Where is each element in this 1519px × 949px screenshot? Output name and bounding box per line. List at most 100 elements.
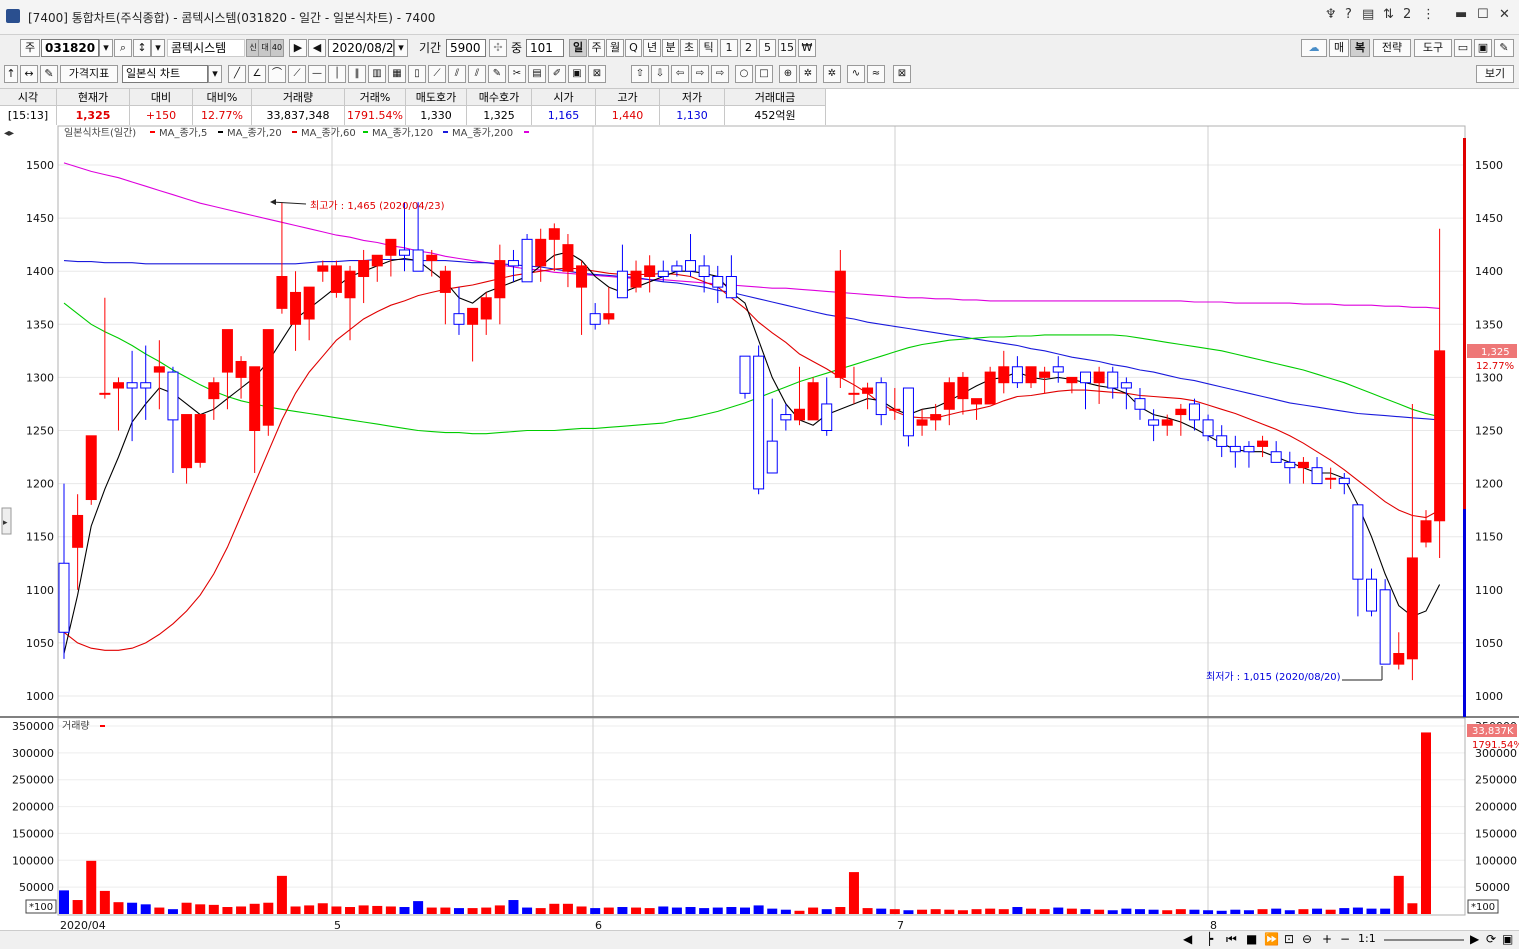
date-dropdown-icon[interactable]: ▾ (394, 39, 408, 57)
layout-icon[interactable]: 2 (1403, 7, 1411, 22)
up-arrow-icon[interactable]: ⇧ (631, 65, 649, 83)
arc-icon[interactable]: ⌒ (268, 65, 286, 83)
down-arrow-icon[interactable]: ⇩ (651, 65, 669, 83)
interval-tab[interactable]: 5 (759, 39, 776, 57)
snapshot-icon[interactable]: ▣ (1502, 932, 1513, 946)
arrow-up-icon[interactable]: ↑ (4, 65, 18, 83)
left-arrow-icon[interactable]: ⇦ (671, 65, 689, 83)
refresh-icon[interactable]: ⟳ (1486, 932, 1496, 946)
channel3-icon[interactable]: ⫽ (468, 65, 486, 83)
date-input[interactable]: 2020/08/26 (328, 39, 394, 57)
help-icon[interactable]: ? (1345, 7, 1352, 22)
fast-forward-icon[interactable]: ⏩ (1264, 932, 1279, 946)
stock-chart[interactable]: 1500 1500 1450 1450 1400 1400 1350 1350 1300 1300… (0, 125, 1519, 930)
move-icon[interactable]: ┝ (1206, 932, 1213, 946)
sort-icon[interactable]: ↕ (133, 39, 151, 57)
table-icon[interactable]: ▦ (388, 65, 406, 83)
indicator-button[interactable]: 가격지표 (60, 65, 118, 83)
brush-icon[interactable]: ✐ (548, 65, 566, 83)
strategy-button[interactable]: 전략 (1373, 39, 1411, 57)
grid-lines-icon[interactable]: ▥ (368, 65, 386, 83)
clear-icon[interactable]: ⊠ (893, 65, 911, 83)
circle-icon[interactable]: ○ (735, 65, 753, 83)
settings-icon[interactable]: ✎ (1494, 39, 1514, 57)
zoom-reduce-icon[interactable]: − (1340, 932, 1350, 946)
interval-tab[interactable]: 15 (778, 39, 796, 57)
volume-bar (304, 905, 315, 914)
print-icon[interactable]: ▤ (1362, 7, 1374, 22)
interval-tab[interactable]: ₩ (798, 39, 816, 57)
parallel-icon[interactable]: ⟋ (428, 65, 446, 83)
edit-icon[interactable]: ✎ (40, 65, 58, 83)
open-icon[interactable]: ▭ (1454, 39, 1472, 57)
channel2-icon[interactable]: ⫽ (448, 65, 466, 83)
zoom-fit-icon[interactable]: ⊡ (1284, 932, 1294, 946)
crosshair-icon[interactable]: ✣ (489, 39, 507, 57)
channel-icon[interactable]: ‖ (348, 65, 366, 83)
magnify-icon[interactable]: ⊕ (779, 65, 797, 83)
market-select[interactable]: 주 (20, 39, 40, 57)
first-icon[interactable]: ⏮ (1226, 932, 1237, 947)
pencil-icon[interactable]: ✎ (488, 65, 506, 83)
zoom-slider[interactable] (1384, 939, 1464, 941)
buy-button[interactable]: 매 (1329, 39, 1349, 57)
scroll-right-icon[interactable]: ▶ (1470, 932, 1479, 946)
right-arrow2-icon[interactable]: ⇨ (711, 65, 729, 83)
scroll-left-icon[interactable]: ◀ (1183, 932, 1192, 946)
prev-icon[interactable]: ◀ (308, 39, 326, 57)
interval-tab[interactable]: 틱 (699, 39, 718, 57)
angle-icon[interactable]: ∠ (248, 65, 266, 83)
cloud-icon[interactable]: ☁ (1301, 39, 1327, 57)
pin-icon[interactable]: ♆ (1325, 7, 1337, 22)
candle-body (685, 260, 697, 272)
scissors-icon[interactable]: ✂ (508, 65, 526, 83)
zoom-out-icon[interactable]: ⊖ (1302, 932, 1312, 946)
stock-code-input[interactable]: 031820 (41, 39, 99, 57)
search-icon[interactable]: ⌕ (114, 39, 132, 57)
horizontal-line-icon[interactable]: — (308, 65, 326, 83)
interval-tab[interactable]: 주 (588, 39, 605, 57)
count-input[interactable]: 101 (526, 39, 564, 57)
interval-tab[interactable]: Q (625, 39, 642, 57)
maximize-icon[interactable]: ☐ (1477, 7, 1489, 22)
fibonacci-icon[interactable]: ▯ (408, 65, 426, 83)
zoom-in-icon[interactable]: + (1322, 932, 1332, 946)
chart-scrollbar[interactable]: ◀ ┝ ⏮ ■ ⏩ ⊡ ⊖ + − 1:1 ▶ ⟳ ▣ (0, 930, 1519, 949)
next-icon[interactable]: ▶ (289, 39, 307, 57)
fan-icon[interactable]: ⟋ (288, 65, 306, 83)
interval-tab[interactable]: 2 (740, 39, 757, 57)
wave-icon[interactable]: ∿ (847, 65, 865, 83)
chart-type-select[interactable]: 일본식 차트 (122, 65, 208, 83)
erase-icon[interactable]: ⊠ (588, 65, 606, 83)
save-icon[interactable]: ▣ (1474, 39, 1492, 57)
stop-icon[interactable]: ■ (1246, 932, 1257, 946)
zigzag-icon[interactable]: ≈ (867, 65, 885, 83)
palette-icon[interactable]: ▤ (528, 65, 546, 83)
interval-tab[interactable]: 1 (720, 39, 738, 57)
trendline-icon[interactable]: ╱ (228, 65, 246, 83)
interval-tab[interactable]: 년 (643, 39, 661, 57)
volume-bar (399, 907, 410, 914)
expand-icon[interactable]: ↔ (20, 65, 38, 83)
star-icon[interactable]: ✲ (823, 65, 841, 83)
period-input[interactable]: 5900 (446, 39, 486, 57)
view-button[interactable]: 보기 (1476, 65, 1514, 83)
rectangle-icon[interactable]: □ (755, 65, 773, 83)
frame-icon[interactable]: ▣ (568, 65, 586, 83)
interval-tab[interactable]: 일 (569, 39, 587, 57)
minimize-icon[interactable]: ▬ (1455, 7, 1467, 22)
link-icon[interactable]: ⇅ (1383, 7, 1394, 22)
code-dropdown-icon[interactable]: ▾ (99, 39, 113, 57)
cross-icon[interactable]: ✲ (799, 65, 817, 83)
tools-button[interactable]: 도구 (1414, 39, 1452, 57)
compound-button[interactable]: 복 (1350, 39, 1370, 57)
right-arrow-icon[interactable]: ⇨ (691, 65, 709, 83)
interval-tab[interactable]: 월 (606, 39, 624, 57)
interval-tab[interactable]: 분 (662, 39, 679, 57)
interval-tab[interactable]: 초 (680, 39, 698, 57)
close-icon[interactable]: ✕ (1499, 7, 1510, 22)
menu-icon[interactable]: ⋮ (1422, 7, 1435, 22)
vertical-line-icon[interactable]: │ (328, 65, 346, 83)
sort-dropdown-icon[interactable]: ▾ (151, 39, 165, 57)
chart-type-dropdown-icon[interactable]: ▾ (208, 65, 222, 83)
